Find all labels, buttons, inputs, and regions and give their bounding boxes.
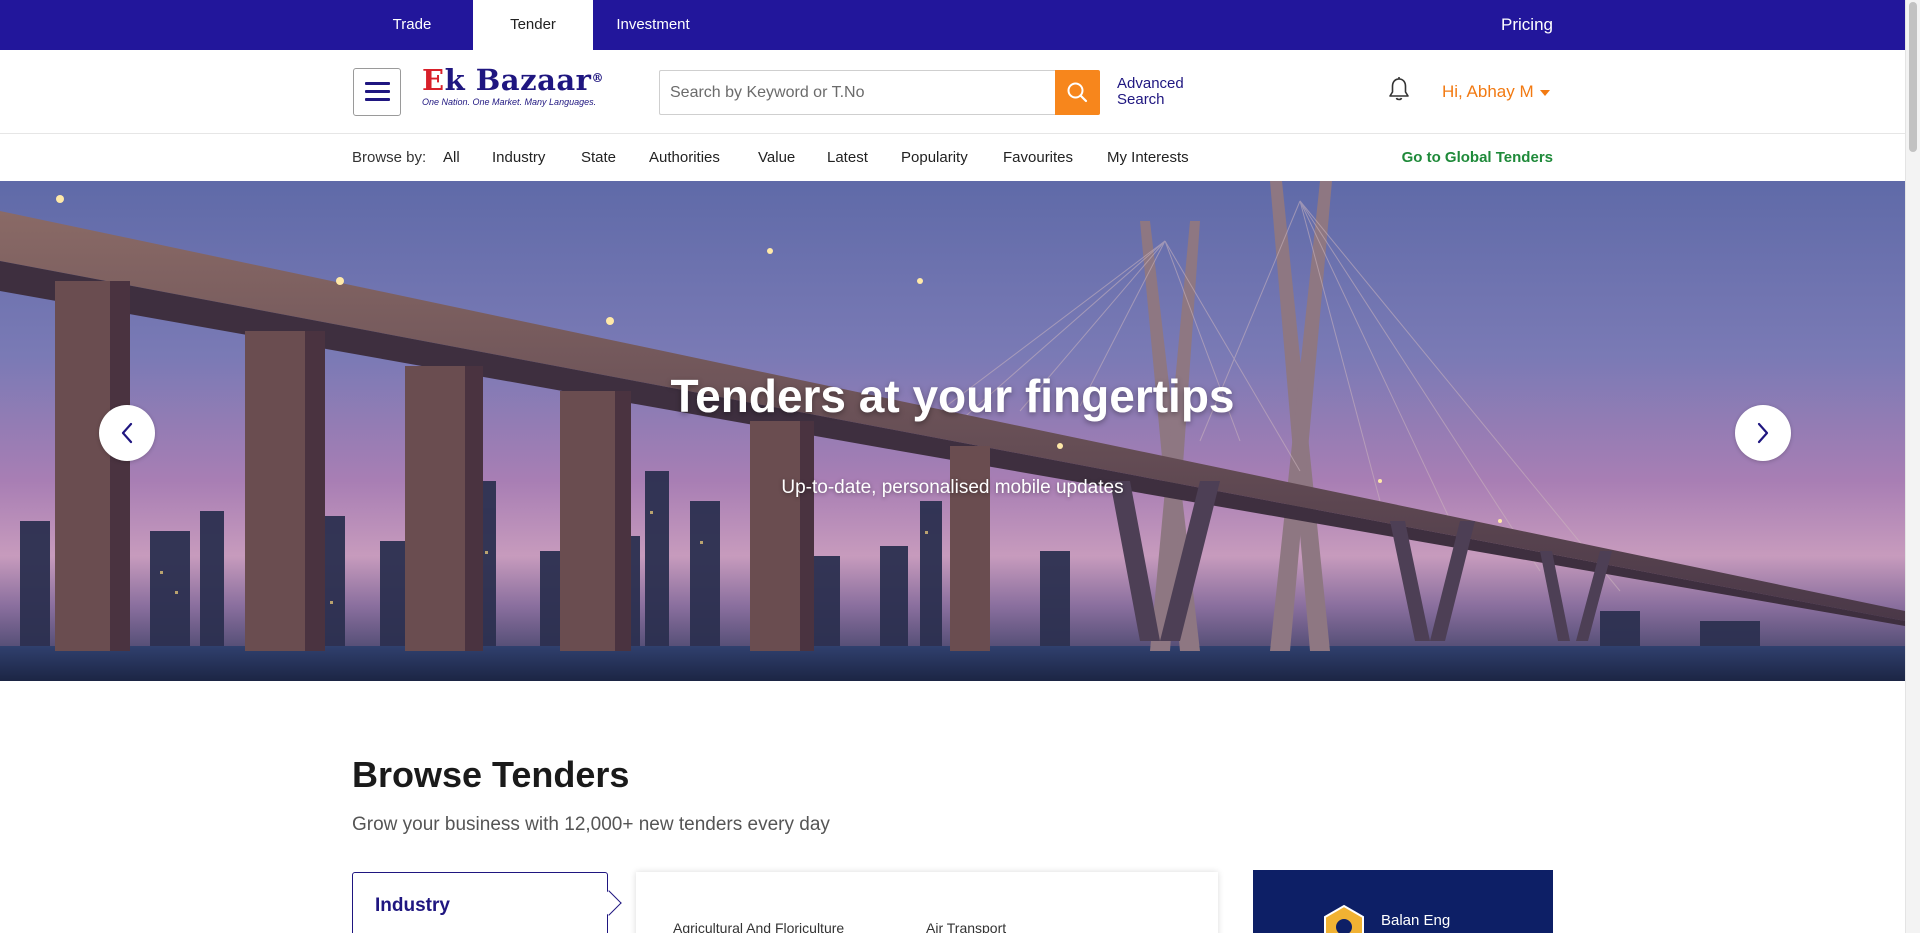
filter-industry-label: Industry: [375, 895, 450, 916]
browse-item-authorities[interactable]: Authorities: [649, 149, 720, 166]
search-button[interactable]: [1055, 70, 1100, 115]
chevron-left-icon: [121, 422, 133, 444]
hero-carousel: Tenders at your fingertips Up-to-date, p…: [0, 181, 1905, 681]
category-list-panel: Agricultural And Floriculture Air Transp…: [636, 872, 1218, 933]
caret-down-icon: [1539, 89, 1550, 96]
browse-item-favourites[interactable]: Favourites: [1003, 149, 1073, 166]
hero-subtitle: Up-to-date, personalised mobile updates: [781, 477, 1124, 498]
pricing-link[interactable]: Pricing: [1501, 0, 1553, 50]
tab-investment[interactable]: Investment: [604, 0, 702, 50]
browse-item-state[interactable]: State: [581, 149, 616, 166]
chevron-right-icon: [1757, 422, 1769, 444]
search-icon: [1067, 82, 1088, 103]
tab-tender[interactable]: Tender: [473, 0, 593, 50]
browse-by-label: Browse by:: [352, 149, 427, 166]
hamburger-line-icon: [365, 98, 390, 101]
browse-item-my-interests[interactable]: My Interests: [1107, 149, 1189, 166]
tab-trade[interactable]: Trade: [373, 0, 451, 50]
browse-item-industry[interactable]: Industry: [492, 149, 545, 166]
category-item[interactable]: Air Transport: [926, 920, 1006, 933]
hero-title: Tenders at your fingertips: [670, 370, 1235, 422]
hamburger-line-icon: [365, 90, 390, 93]
top-nav-bar: Trade Tender Investment Pricing: [0, 0, 1905, 50]
ekbazaar-logo[interactable]: Ek Bazaar® One Nation. One Market. Many …: [422, 64, 632, 114]
advanced-search-link[interactable]: Advanced Search: [1117, 76, 1197, 108]
browse-item-all[interactable]: All: [443, 149, 460, 166]
search-input[interactable]: [659, 70, 1055, 115]
browse-tenders-subtitle: Grow your business with 12,000+ new tend…: [352, 814, 830, 835]
browse-tenders-title: Browse Tenders: [352, 754, 630, 795]
bridge-skyline-image: [0, 181, 1905, 681]
browse-item-latest[interactable]: Latest: [827, 149, 868, 166]
browse-item-value[interactable]: Value: [758, 149, 795, 166]
logo-letter-e: E: [422, 63, 445, 97]
user-menu[interactable]: Hi, Abhay M: [1442, 82, 1550, 102]
logo-name: k Bazaar: [444, 63, 592, 97]
promo-company-name: Balan Eng: [1381, 912, 1451, 929]
notification-bell-icon[interactable]: [1387, 76, 1411, 104]
company-badge-icon: [1324, 904, 1364, 933]
browse-bar: Browse by: All Industry State Authoritie…: [0, 135, 1905, 181]
user-greeting: Hi, Abhay M: [1442, 82, 1534, 101]
logo-trademark: ®: [591, 71, 604, 85]
page-scrollbar[interactable]: [1905, 0, 1920, 933]
global-tenders-link[interactable]: Go to Global Tenders: [1402, 149, 1553, 166]
carousel-next-button[interactable]: [1735, 405, 1791, 461]
page: Trade Tender Investment Pricing Ek Bazaa…: [0, 0, 1920, 933]
hamburger-line-icon: [365, 82, 390, 85]
filter-industry-card[interactable]: Industry: [352, 872, 608, 933]
scrollbar-thumb[interactable]: [1909, 2, 1917, 152]
promo-card[interactable]: Balan Eng: [1253, 870, 1553, 933]
category-item[interactable]: Agricultural And Floriculture: [673, 920, 844, 933]
logo-tagline: One Nation. One Market. Many Languages.: [422, 97, 597, 107]
browse-item-popularity[interactable]: Popularity: [901, 149, 968, 166]
hamburger-menu-button[interactable]: [353, 68, 401, 116]
header: Ek Bazaar® One Nation. One Market. Many …: [0, 50, 1905, 134]
carousel-prev-button[interactable]: [99, 405, 155, 461]
